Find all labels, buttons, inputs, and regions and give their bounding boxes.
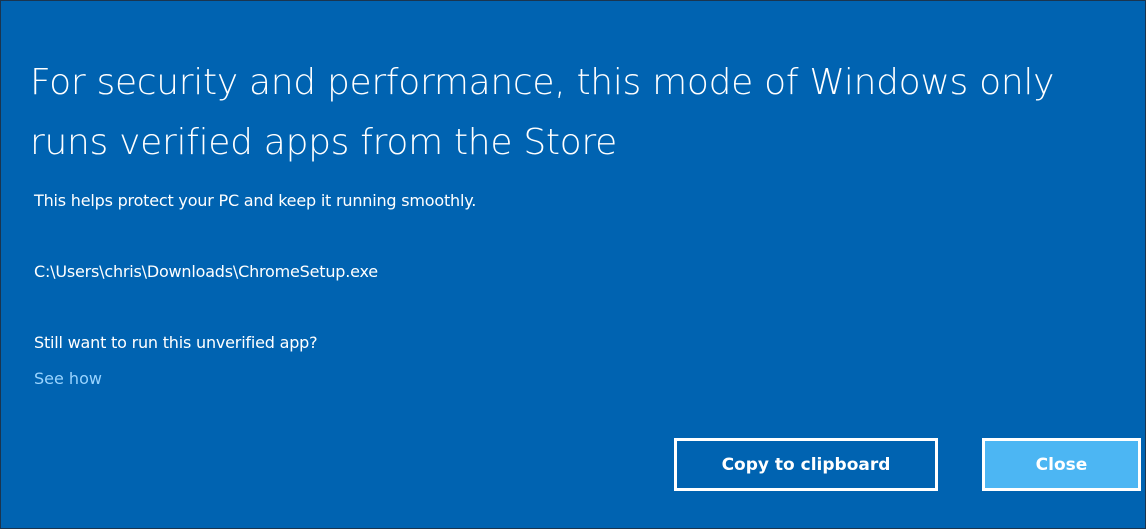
close-label: Close xyxy=(1035,454,1088,475)
copy-to-clipboard-label: Copy to clipboard xyxy=(721,454,891,475)
run-question: Still want to run this unverified app? xyxy=(34,333,318,352)
see-how-link[interactable]: See how xyxy=(34,368,102,390)
file-path: C:\Users\chris\Downloads\ChromeSetup.exe xyxy=(34,262,378,281)
dialog-title: For security and performance, this mode … xyxy=(30,62,1055,163)
copy-to-clipboard-button[interactable]: Copy to clipboard xyxy=(674,438,938,491)
smart-app-control-dialog: For security and performance, this mode … xyxy=(0,0,1146,529)
dialog-subtitle: This helps protect your PC and keep it r… xyxy=(34,191,477,210)
close-button[interactable]: Close xyxy=(982,438,1141,491)
